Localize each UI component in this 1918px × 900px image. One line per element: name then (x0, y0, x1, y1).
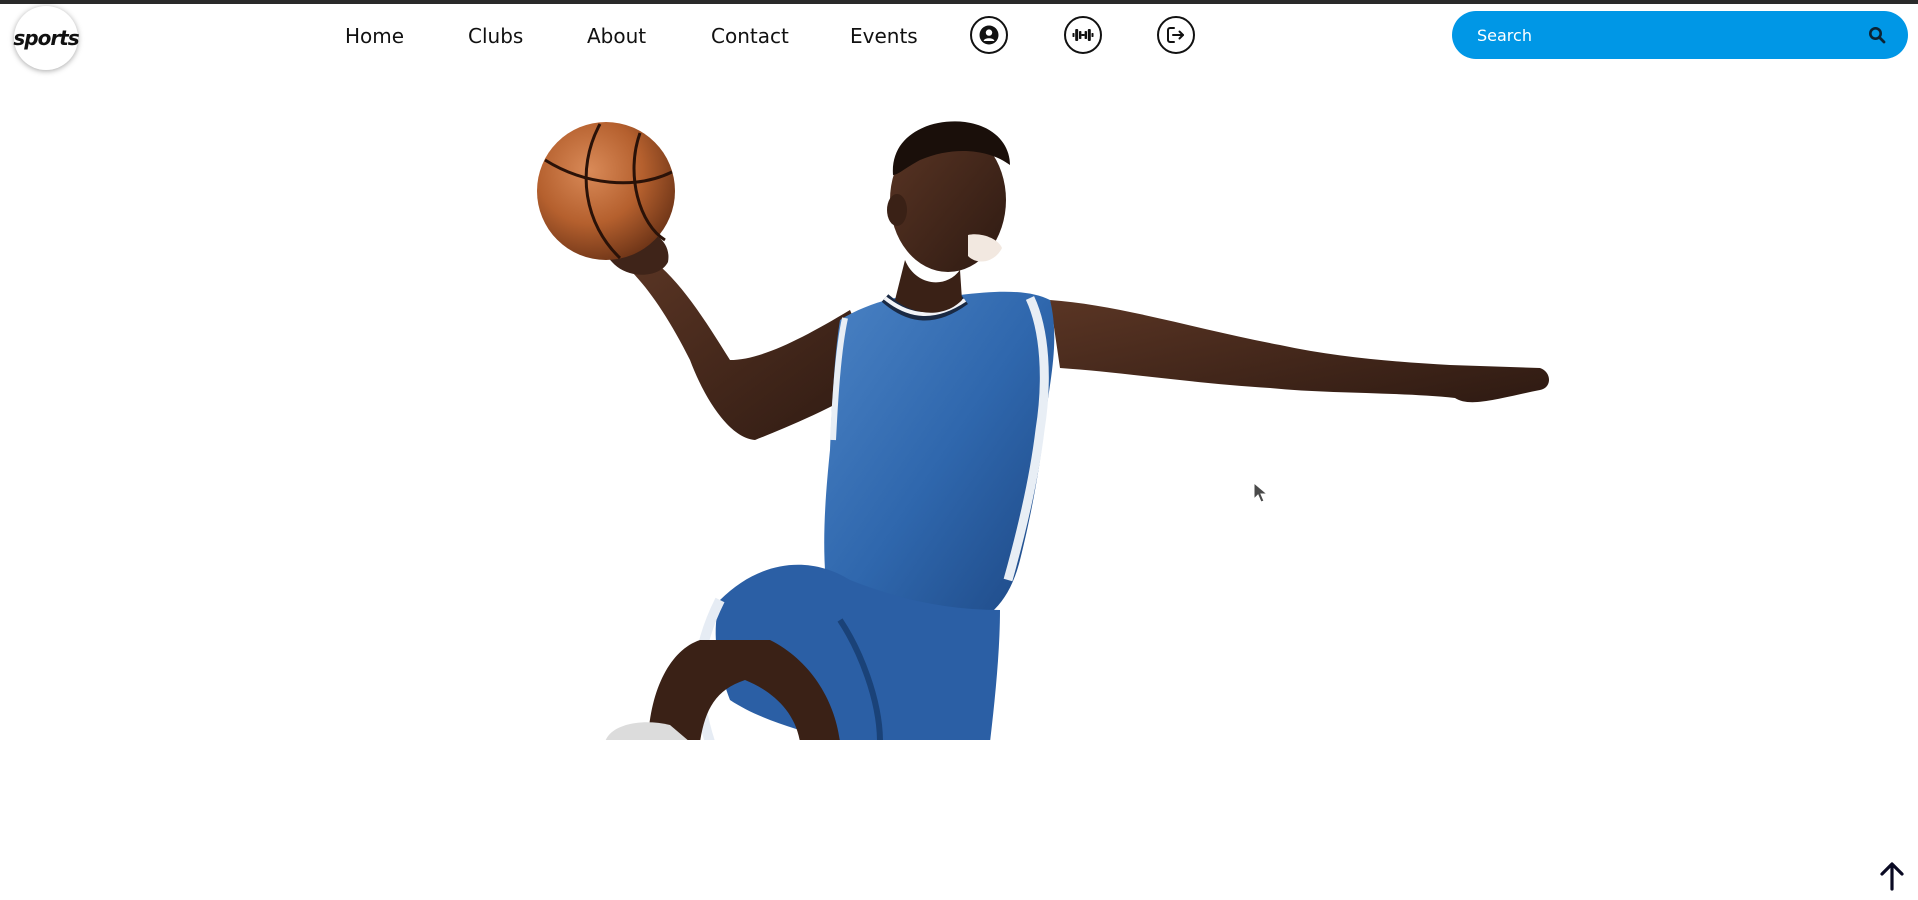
user-icon (979, 25, 999, 45)
dumbbell-icon (1072, 29, 1094, 41)
logo-text: sports (13, 26, 79, 50)
logo[interactable]: sports (13, 6, 80, 70)
gym-button[interactable] (1064, 16, 1102, 54)
nav-home-link[interactable]: Home (345, 24, 404, 48)
scroll-top-button[interactable] (1877, 860, 1907, 892)
hero-image (530, 110, 1560, 742)
nav-events-link[interactable]: Events (850, 24, 918, 48)
search-button[interactable] (1864, 22, 1890, 48)
profile-button[interactable] (970, 16, 1008, 54)
nav-clubs-link[interactable]: Clubs (468, 24, 523, 48)
search-bar (1452, 11, 1908, 59)
top-border (0, 0, 1918, 4)
arrow-up-icon (1880, 862, 1904, 891)
logout-icon (1167, 27, 1184, 43)
nav-contact-link[interactable]: Contact (711, 24, 789, 48)
mouse-cursor-icon (1253, 482, 1269, 503)
search-input[interactable] (1475, 24, 1864, 46)
logout-button[interactable] (1157, 16, 1195, 54)
search-icon (1869, 27, 1886, 44)
basketball-player-image (537, 121, 1549, 740)
nav-about-link[interactable]: About (587, 24, 646, 48)
